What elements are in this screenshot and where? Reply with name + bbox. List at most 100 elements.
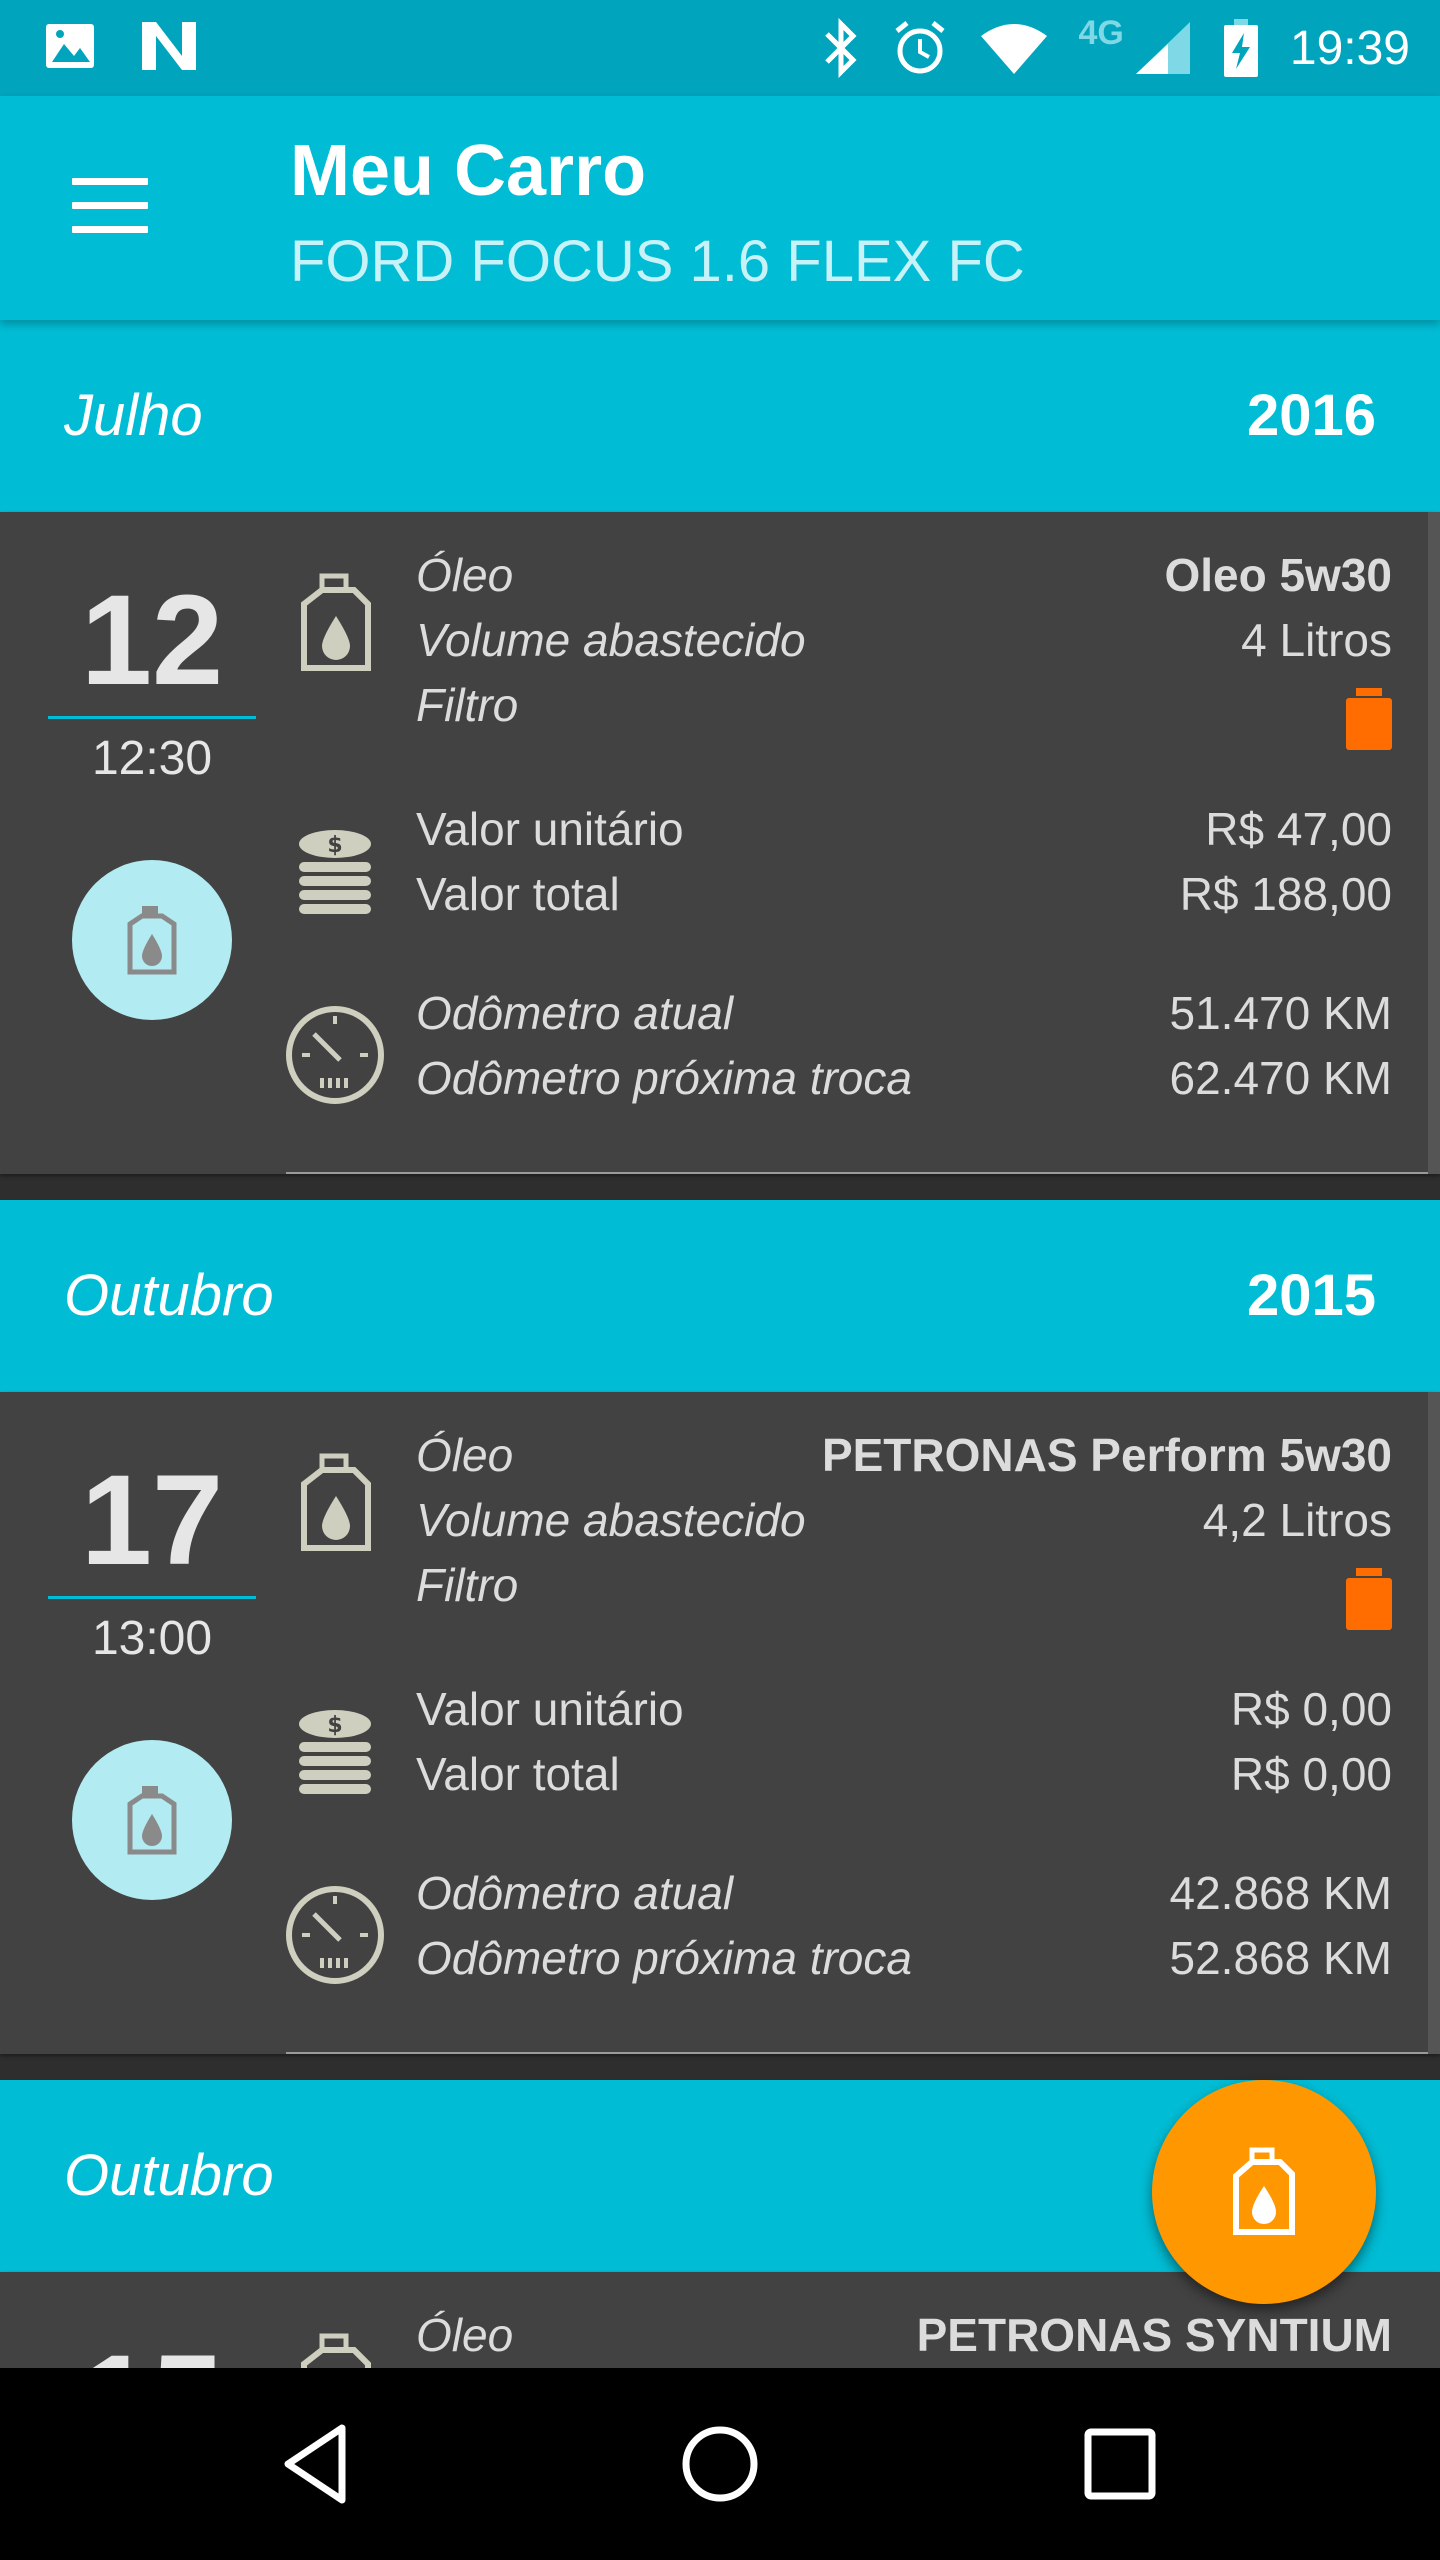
filter-label: Filtro	[416, 1558, 519, 1611]
year-label: 2015	[1246, 1263, 1376, 1328]
oil-can-icon	[301, 1453, 371, 1551]
scroll-indicator	[1428, 512, 1440, 1174]
volume-value: 4 Litros	[1241, 613, 1392, 666]
month-header: Outubro 2015	[0, 1200, 1440, 1392]
oil-row: Óleo Oleo 5w30	[416, 542, 1392, 607]
car-model: FORD FOCUS 1.6 FLEX FC	[290, 229, 1025, 294]
card-divider	[286, 1172, 1440, 1174]
recents-icon[interactable]	[1072, 2416, 1168, 2512]
month-label: Outubro	[64, 1263, 274, 1328]
odometer-icon	[286, 1886, 384, 1984]
n-icon	[142, 22, 196, 70]
next-change-label: Odômetro próxima troca	[416, 1051, 912, 1104]
bluetooth-icon	[824, 18, 857, 78]
oil-value: Oleo 5w30	[1164, 548, 1392, 601]
oil-can-icon	[301, 2333, 371, 2368]
oil-can-icon	[1233, 2147, 1295, 2235]
next-change-label: Odômetro próxima troca	[416, 1931, 912, 1984]
date-column: 17 13:00	[48, 1456, 256, 1666]
next-change-row: Odômetro próxima troca 52.868 KM	[416, 1925, 1392, 1990]
image-icon	[46, 24, 94, 68]
oil-can-icon	[127, 1786, 177, 1855]
total-label: Valor total	[416, 867, 620, 920]
oil-row: Óleo PETRONAS SYNTIUM	[416, 2302, 1392, 2367]
filter-icon	[1346, 1568, 1392, 1630]
total-value: R$ 0,00	[1230, 1747, 1392, 1800]
odometer-row: Odômetro atual 42.868 KM	[416, 1860, 1392, 1925]
entry-type-button[interactable]	[72, 860, 232, 1020]
entry-time: 12:30	[91, 732, 213, 785]
volume-label: Volume abastecido	[416, 1493, 806, 1546]
next-change-row: Odômetro próxima troca 62.470 KM	[416, 1045, 1392, 1110]
odometer-value: 42.868 KM	[1169, 1866, 1392, 1919]
day-number: 12	[80, 569, 224, 712]
oil-change-card[interactable]: 17 13:00 Óleo PETRONAS Perform 5w30 Volu…	[0, 1392, 1440, 2054]
entry-time: 13:00	[91, 1612, 213, 1665]
clock: 19:39	[1289, 21, 1410, 75]
oil-label: Óleo	[416, 548, 514, 601]
filter-label: Filtro	[416, 678, 519, 731]
total-label: Valor total	[416, 1747, 620, 1800]
day-number: 15	[48, 2336, 256, 2369]
navigation-bar	[0, 2368, 1440, 2560]
odometer-icon	[286, 1006, 384, 1104]
next-change-value: 62.470 KM	[1169, 1051, 1392, 1104]
oil-can-icon	[127, 906, 177, 975]
wifi-icon	[980, 24, 1047, 74]
volume-label: Volume abastecido	[416, 613, 806, 666]
card-divider	[286, 2052, 1440, 2054]
oil-can-icon	[301, 573, 371, 671]
total-row: Valor total R$ 0,00	[416, 1741, 1392, 1806]
alarm-icon	[894, 21, 945, 74]
unit-price-label: Valor unitário	[416, 802, 684, 855]
svg-text:$: $	[327, 1713, 342, 1738]
svg-text:$: $	[327, 833, 342, 858]
unit-price-row: Valor unitário R$ 47,00	[416, 796, 1392, 861]
filter-row: Filtro	[416, 672, 1392, 737]
unit-price-value: R$ 47,00	[1205, 802, 1392, 855]
month-label: Outubro	[64, 2143, 274, 2208]
volume-value: 4,2 Litros	[1202, 1493, 1392, 1546]
coins-icon: $	[299, 1710, 371, 1794]
coins-icon: $	[299, 830, 371, 914]
oil-label: Óleo	[416, 1428, 514, 1481]
app-bar: Meu Carro FORD FOCUS 1.6 FLEX FC	[0, 96, 1440, 320]
unit-price-value: R$ 0,00	[1230, 1682, 1392, 1735]
oil-label: Óleo	[416, 2308, 514, 2361]
status-bar: 4G 19:39	[0, 0, 1440, 96]
back-icon[interactable]	[272, 2416, 368, 2512]
odometer-label: Odômetro atual	[416, 1866, 734, 1919]
network-type: 4G	[1078, 13, 1124, 52]
month-header: Julho 2016	[0, 320, 1440, 512]
volume-row: Volume abastecido 4,2 Litros	[416, 1487, 1392, 1552]
unit-price-row: Valor unitário R$ 0,00	[416, 1676, 1392, 1741]
home-icon[interactable]	[672, 2416, 768, 2512]
unit-price-label: Valor unitário	[416, 1682, 684, 1735]
total-row: Valor total R$ 188,00	[416, 861, 1392, 926]
entry-type-button[interactable]	[72, 1740, 232, 1900]
filter-row: Filtro	[416, 1552, 1392, 1617]
scroll-indicator	[1428, 1392, 1440, 2054]
total-value: R$ 188,00	[1179, 867, 1392, 920]
oil-row: Óleo PETRONAS Perform 5w30	[416, 1422, 1392, 1487]
signal-icon	[1135, 22, 1190, 74]
date-column: 12 12:30	[48, 576, 256, 786]
odometer-label: Odômetro atual	[416, 986, 734, 1039]
year-label: 2016	[1246, 383, 1376, 448]
odometer-value: 51.470 KM	[1169, 986, 1392, 1039]
day-number: 17	[80, 1449, 224, 1592]
month-label: Julho	[64, 383, 203, 448]
filter-icon	[1346, 688, 1392, 750]
date-column: 15	[48, 2336, 256, 2369]
oil-value: PETRONAS SYNTIUM	[916, 2308, 1392, 2361]
date-divider	[48, 1596, 256, 1599]
add-oil-change-button[interactable]	[1152, 2080, 1376, 2304]
menu-icon[interactable]	[72, 178, 148, 234]
date-divider	[48, 716, 256, 719]
next-change-value: 52.868 KM	[1169, 1931, 1392, 1984]
oil-value: PETRONAS Perform 5w30	[821, 1428, 1392, 1481]
battery-charging-icon	[1223, 19, 1258, 77]
oil-change-card[interactable]: 12 12:30 Óleo Oleo 5w30 Volume abastecid…	[0, 512, 1440, 1174]
page-title: Meu Carro	[290, 131, 647, 211]
odometer-row: Odômetro atual 51.470 KM	[416, 980, 1392, 1045]
